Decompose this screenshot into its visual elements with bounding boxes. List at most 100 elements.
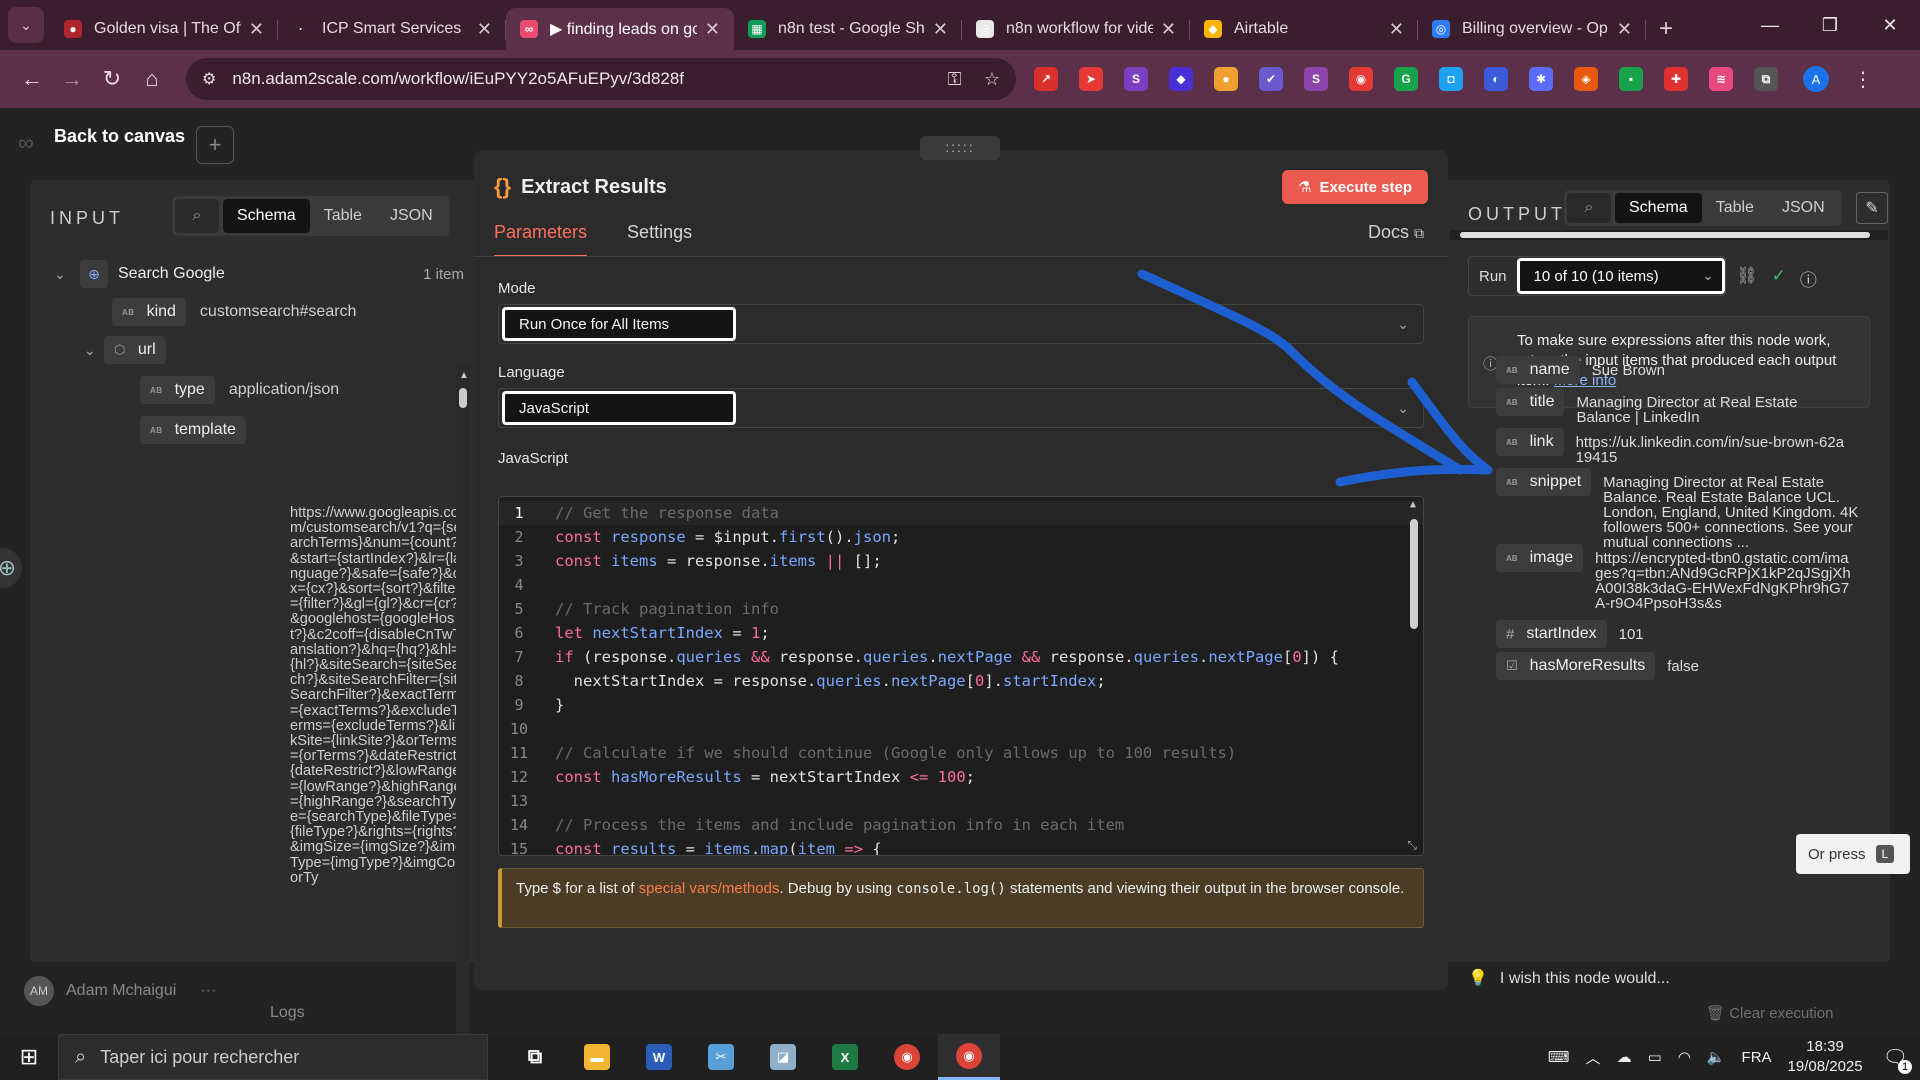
tab-table[interactable]: Table <box>1702 193 1768 223</box>
field-key-badge[interactable]: AB snippet <box>1496 468 1592 496</box>
close-window-button[interactable]: ✕ <box>1860 15 1920 36</box>
chevron-down-icon[interactable]: ⌄ <box>84 342 104 359</box>
field-key-badge[interactable]: ⬡ url <box>104 336 166 364</box>
browser-menu-icon[interactable]: ⋮ <box>1853 67 1873 92</box>
tab-parameters[interactable]: Parameters <box>494 222 588 257</box>
code-line[interactable]: 12 const hasMoreResults = nextStartIndex … <box>499 765 1423 789</box>
wifi-icon[interactable]: ◠ <box>1678 1048 1691 1066</box>
output-hscrollbar[interactable] <box>1450 230 1888 240</box>
browser-tab[interactable]: ◎ Billing overview - Op ✕ <box>1418 8 1646 50</box>
run-select[interactable]: 10 of 10 (10 items) ⌄ <box>1516 258 1725 294</box>
extension-icon[interactable]: ◉ <box>1349 67 1373 91</box>
field-key-badge[interactable]: AB title <box>1496 388 1565 416</box>
windows-start-icon[interactable]: ⊞ <box>0 1044 58 1070</box>
close-tab-icon[interactable]: ✕ <box>1161 19 1176 40</box>
volume-icon[interactable]: 🔈 <box>1707 1048 1726 1066</box>
node-title-text[interactable]: Extract Results <box>521 176 667 199</box>
notes-icon[interactable]: ◪ <box>752 1034 814 1080</box>
tab-json[interactable]: JSON <box>1768 193 1839 223</box>
word-icon[interactable]: W <box>628 1034 690 1080</box>
more-options-icon[interactable]: ··· <box>200 982 216 1000</box>
code-line[interactable]: 9} <box>499 693 1423 717</box>
notifications-icon[interactable]: 🗨 1 <box>1883 1045 1912 1074</box>
password-key-icon[interactable]: ⚿ <box>948 69 962 89</box>
extension-icon[interactable]: ✚ <box>1664 67 1688 91</box>
extension-icon[interactable]: ⧉ <box>1754 67 1778 91</box>
code-line[interactable]: 15 const results = items.map(item => { <box>499 837 1423 855</box>
code-line[interactable]: 2 const response = $input.first().json; <box>499 525 1423 549</box>
code-line[interactable]: 7 if (response.queries && response.querie… <box>499 645 1423 669</box>
extension-icon[interactable]: ✱ <box>1529 67 1553 91</box>
code-scrollbar[interactable]: ▲ <box>1407 497 1421 855</box>
extension-icon[interactable]: ◆ <box>1169 67 1193 91</box>
url-text[interactable]: n8n.adam2scale.com/workflow/iEuPYY2o5AFu… <box>232 69 929 89</box>
address-bar[interactable]: ⚙ n8n.adam2scale.com/workflow/iEuPYY2o5A… <box>186 58 1016 100</box>
docs-link[interactable]: Docs ⧉ <box>1368 222 1424 243</box>
field-key-badge[interactable]: AB image <box>1496 544 1584 572</box>
extension-icon[interactable]: S <box>1124 67 1148 91</box>
browser-tab[interactable]: · ICP Smart Services ✕ <box>278 8 506 50</box>
close-tab-icon[interactable]: ✕ <box>705 19 720 40</box>
excel-icon[interactable]: X <box>814 1034 876 1080</box>
profile-avatar[interactable]: A <box>1803 66 1829 92</box>
drag-handle[interactable]: ::::: <box>920 136 1000 160</box>
extension-icon[interactable]: ● <box>1214 67 1238 91</box>
language-select[interactable]: JavaScript ⌄ <box>498 388 1424 428</box>
close-tab-icon[interactable]: ✕ <box>1389 19 1404 40</box>
edit-output-icon[interactable]: ✎ <box>1856 192 1888 224</box>
code-line[interactable]: 13 <box>499 789 1423 813</box>
clear-execution-button[interactable]: 🗑 Clear execution <box>1706 1004 1833 1022</box>
extension-icon[interactable]: ≋ <box>1709 67 1733 91</box>
tab-schema[interactable]: Schema <box>223 199 310 233</box>
tab-settings[interactable]: Settings <box>627 222 692 257</box>
scroll-thumb[interactable] <box>1460 232 1870 238</box>
code-line[interactable]: 11 // Calculate if we should continue (Go… <box>499 741 1423 765</box>
home-icon[interactable]: ⌂ <box>132 66 172 92</box>
input-scrollbar[interactable]: ▲ ▼ <box>456 366 470 1034</box>
browser-tab[interactable]: ◎ n8n workflow for vide ✕ <box>962 8 1190 50</box>
extension-icon[interactable]: ◘ <box>1439 67 1463 91</box>
resize-icon[interactable]: ⤡ <box>1407 838 1417 853</box>
info-icon[interactable]: ⓘ <box>1800 266 1817 291</box>
code-line[interactable]: 8 nextStartIndex = response.queries.next… <box>499 669 1423 693</box>
extension-icon[interactable]: ▪ <box>1619 67 1643 91</box>
tab-schema[interactable]: Schema <box>1615 193 1702 223</box>
search-icon[interactable]: ⌕ <box>1567 193 1611 223</box>
user-menu[interactable]: AM Adam Mchaigui ··· <box>24 976 216 1006</box>
scroll-up-icon[interactable]: ▲ <box>459 370 469 381</box>
code-line[interactable]: 6 let nextStartIndex = 1; <box>499 621 1423 645</box>
tab-search-button[interactable]: ⌄ <box>8 7 44 43</box>
field-key-badge[interactable]: AB template <box>140 416 246 444</box>
bookmark-star-icon[interactable]: ☆ <box>984 69 1000 89</box>
close-tab-icon[interactable]: ✕ <box>477 19 492 40</box>
add-node-button[interactable]: + <box>196 126 234 164</box>
chevron-up-icon[interactable]: ︿ <box>1586 1047 1601 1068</box>
close-tab-icon[interactable]: ✕ <box>1617 19 1632 40</box>
battery-icon[interactable]: ▭ <box>1648 1048 1662 1066</box>
code-line[interactable]: 4 <box>499 573 1423 597</box>
taskbar-search[interactable]: ⌕ Taper ici pour rechercher <box>58 1034 488 1080</box>
field-key-badge[interactable]: # startIndex <box>1496 620 1607 648</box>
back-icon[interactable]: ← <box>12 66 52 92</box>
field-key-badge[interactable]: AB type <box>140 376 215 404</box>
browser-tab[interactable]: ● Golden visa | The Offi ✕ <box>50 8 278 50</box>
code-line[interactable]: 3 const items = response.items || []; <box>499 549 1423 573</box>
maximize-button[interactable]: ❐ <box>1800 15 1860 36</box>
new-tab-button[interactable]: + <box>1646 8 1686 50</box>
close-tab-icon[interactable]: ✕ <box>933 19 948 40</box>
tab-table[interactable]: Table <box>310 199 376 233</box>
task-view-icon[interactable]: ⧉ <box>504 1034 566 1080</box>
scroll-thumb[interactable] <box>459 388 467 408</box>
extension-icon[interactable]: ➤ <box>1079 67 1103 91</box>
extension-icon[interactable]: ✔ <box>1259 67 1283 91</box>
special-vars-link[interactable]: special vars/methods <box>639 880 780 897</box>
network-icon[interactable]: ☁ <box>1617 1048 1632 1066</box>
extension-icon[interactable]: ↗ <box>1034 67 1058 91</box>
file-explorer-icon[interactable]: ▬ <box>566 1034 628 1080</box>
chrome-icon[interactable]: ◉ <box>876 1034 938 1080</box>
code-line[interactable]: 5 // Track pagination info <box>499 597 1423 621</box>
language-indicator[interactable]: FRA <box>1742 1049 1772 1066</box>
mode-select[interactable]: Run Once for All Items ⌄ <box>498 304 1424 344</box>
code-line[interactable]: 10 <box>499 717 1423 741</box>
field-key-badge[interactable]: AB kind <box>112 298 186 326</box>
